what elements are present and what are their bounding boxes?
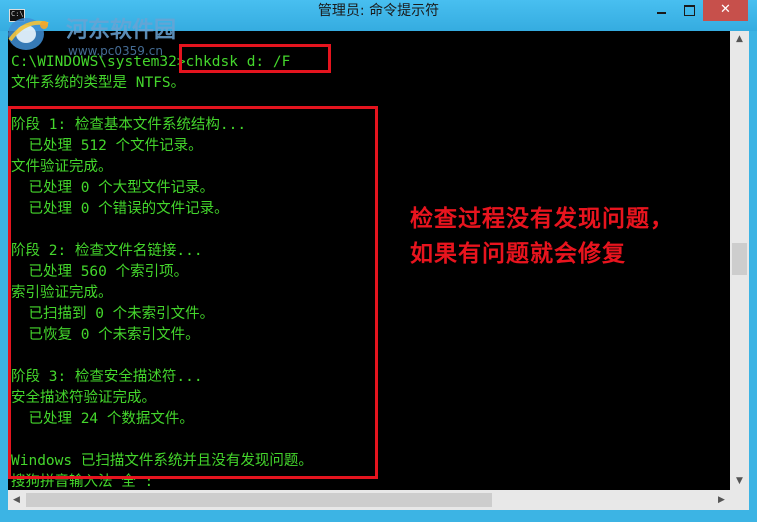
minimize-icon <box>657 12 666 14</box>
scroll-left-arrow-icon[interactable]: ◀ <box>8 492 25 509</box>
watermark-title: 河东软件园 <box>66 17 177 43</box>
vertical-scrollbar[interactable]: ▲ ▼ <box>730 31 749 490</box>
console-line: 文件系统的类型是 NTFS。 <box>11 75 186 91</box>
scroll-up-arrow-icon[interactable]: ▲ <box>730 31 749 48</box>
annotation-note: 检查过程没有发现问题， 如果有问题就会修复 <box>410 201 674 271</box>
annotation-line: 检查过程没有发现问题， <box>410 205 674 232</box>
maximize-icon <box>684 5 695 16</box>
resize-grip-icon[interactable] <box>730 490 749 510</box>
minimize-button[interactable] <box>648 0 675 21</box>
horizontal-scroll-thumb[interactable] <box>26 493 492 507</box>
hedong-logo-icon <box>8 18 49 50</box>
watermark-url: www.pc0359.cn <box>68 44 163 58</box>
results-highlight-box <box>8 106 378 479</box>
vertical-scroll-thumb[interactable] <box>732 243 747 275</box>
cmd-window: C:\ 管理员: 命令提示符 ✕ C:\WINDOWS\system32>chk… <box>0 0 757 522</box>
close-icon: ✕ <box>720 2 731 17</box>
annotation-line: 如果有问题就会修复 <box>410 240 626 267</box>
command-highlight-box <box>179 44 331 73</box>
horizontal-scrollbar[interactable]: ◀ ▶ <box>8 490 730 510</box>
maximize-button[interactable] <box>676 0 703 21</box>
scroll-right-arrow-icon[interactable]: ▶ <box>713 492 730 509</box>
scroll-down-arrow-icon[interactable]: ▼ <box>730 473 749 490</box>
close-button[interactable]: ✕ <box>703 0 748 21</box>
